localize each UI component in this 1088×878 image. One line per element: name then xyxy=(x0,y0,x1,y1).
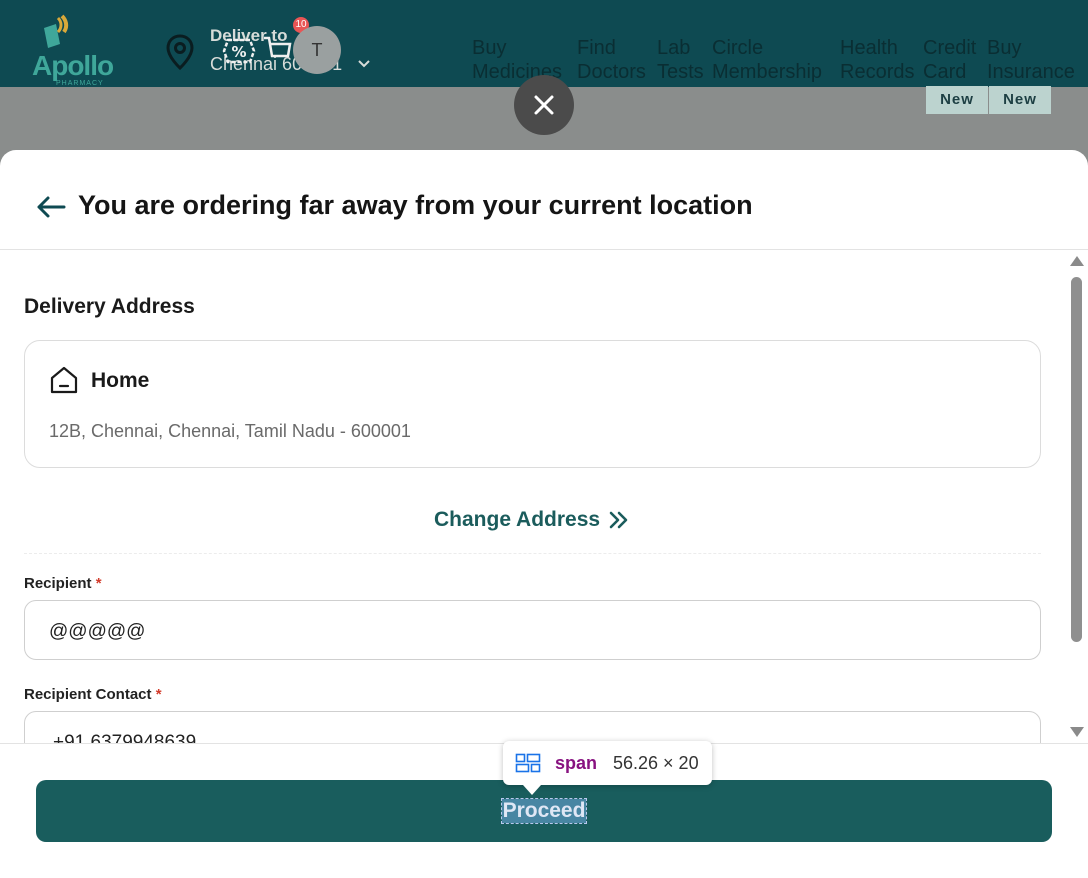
tooltip-tag: span xyxy=(555,753,598,773)
nav-find-doctors[interactable]: Find Doctors xyxy=(577,36,646,84)
scrollbar[interactable] xyxy=(1068,250,1086,743)
nav-label: Health xyxy=(840,37,898,59)
proceed-button[interactable]: Proceed xyxy=(36,780,1052,842)
delivery-address-heading: Delivery Address xyxy=(24,295,195,318)
close-icon xyxy=(534,95,554,115)
tooltip-size: 56.26 × 20 xyxy=(613,753,699,773)
back-arrow-icon[interactable] xyxy=(34,192,68,222)
nav-label: Buy xyxy=(472,37,507,59)
nav-label: Lab xyxy=(657,37,691,59)
nav-label: Credit xyxy=(923,37,977,59)
nav-label: Insurance xyxy=(987,61,1075,83)
recipient-value: @@@@@ xyxy=(49,621,146,642)
logo-text: Apollo xyxy=(32,50,114,81)
required-marker: * xyxy=(155,686,162,703)
scrollbar-thumb[interactable] xyxy=(1071,277,1082,642)
offer-percent-icon[interactable]: % xyxy=(220,36,258,66)
modal-title: You are ordering far away from your curr… xyxy=(78,190,753,220)
nav-label: Membership xyxy=(712,61,823,83)
nav-lab-tests[interactable]: Lab Tests xyxy=(657,36,704,84)
recipient-contact-value: +91 6379948639 xyxy=(53,732,197,743)
nav-credit-card[interactable]: Credit Card xyxy=(923,36,976,84)
chevron-down-icon[interactable] xyxy=(356,56,372,72)
change-address-label: Change Address xyxy=(434,508,601,531)
scroll-down-arrow-icon[interactable] xyxy=(1070,727,1084,737)
recipient-field[interactable]: @@@@@ xyxy=(24,600,1041,660)
nav-buy-insurance[interactable]: Buy Insurance xyxy=(987,36,1075,84)
nav-label: Tests xyxy=(657,61,704,83)
address-card[interactable]: Home 12B, Chennai, Chennai, Tamil Nadu -… xyxy=(24,340,1041,468)
nav-circle-membership[interactable]: Circle Membership xyxy=(712,36,822,84)
double-chevron-right-icon xyxy=(609,511,628,529)
address-line: 12B, Chennai, Chennai, Tamil Nadu - 6000… xyxy=(49,421,411,441)
nav-label: Records xyxy=(840,61,915,83)
change-address-link[interactable]: Change Address xyxy=(434,508,630,532)
recipient-contact-field[interactable]: +91 6379948639 xyxy=(24,711,1041,743)
close-modal-button[interactable] xyxy=(514,75,574,135)
site-header: Apollo PHARMACY Deliver to Chennai 60000… xyxy=(0,0,1088,87)
new-badge: New xyxy=(926,86,988,114)
location-pin-icon[interactable] xyxy=(164,34,196,70)
layout-grid-icon xyxy=(515,753,541,773)
nav-health-records[interactable]: Health Records xyxy=(840,36,914,84)
divider xyxy=(24,553,1041,554)
nav-label: Doctors xyxy=(577,61,646,83)
address-type: Home xyxy=(91,369,150,392)
recipient-label: Recipient * xyxy=(24,575,102,592)
nav-label: Card xyxy=(923,61,967,83)
recipient-label-text: Recipient xyxy=(24,575,92,592)
scroll-up-arrow-icon[interactable] xyxy=(1070,256,1084,266)
svg-text:%: % xyxy=(231,43,246,61)
modal-header: You are ordering far away from your curr… xyxy=(0,150,1088,250)
nav-label: Circle xyxy=(712,37,764,59)
new-badge: New xyxy=(989,86,1051,114)
devtools-inspect-tooltip: span 56.26 × 20 xyxy=(503,741,712,795)
pharmacy-logo-icon xyxy=(44,14,69,48)
recipient-contact-label-text: Recipient Contact xyxy=(24,686,152,703)
nav-label: Find xyxy=(577,37,616,59)
apollo-logo[interactable]: Apollo PHARMACY xyxy=(30,14,114,88)
logo-subtext: PHARMACY xyxy=(56,80,104,87)
recipient-contact-label: Recipient Contact * xyxy=(24,686,162,703)
cart-icon[interactable] xyxy=(262,34,292,66)
required-marker: * xyxy=(95,575,102,592)
nav-label: Buy xyxy=(987,37,1022,59)
home-icon xyxy=(50,366,78,394)
modal-scroll-area[interactable]: Delivery Address Home 12B, Chennai, Chen… xyxy=(0,250,1088,743)
proceed-label: Proceed xyxy=(500,798,588,824)
user-avatar[interactable]: T xyxy=(293,26,341,74)
